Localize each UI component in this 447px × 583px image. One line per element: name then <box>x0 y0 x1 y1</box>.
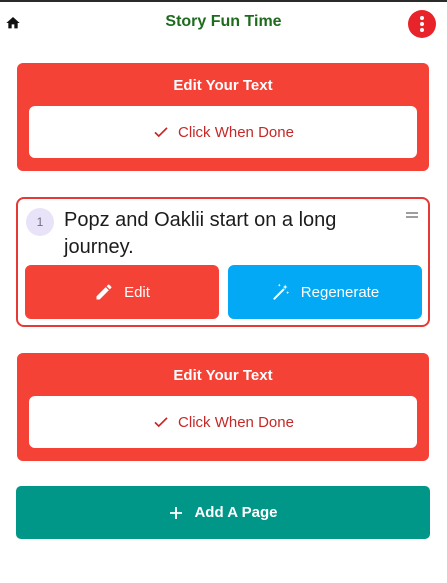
edit-panel-title: Edit Your Text <box>173 77 273 94</box>
story-page-card: 1 Popz and Oaklii start on a long journe… <box>16 197 430 327</box>
click-when-done-button[interactable]: Click When Done <box>29 106 417 158</box>
edit-button[interactable]: Edit <box>25 265 219 319</box>
page-text: Popz and Oaklii start on a long journey. <box>64 209 337 258</box>
regenerate-button-label: Regenerate <box>300 283 380 301</box>
more-vert-icon <box>420 16 424 20</box>
app-title: Story Fun Time <box>165 13 282 30</box>
edit-text-panel-2: Edit Your Text Click When Done <box>17 353 429 461</box>
page-number-badge: 1 <box>26 208 54 236</box>
add-page-button[interactable]: Add A Page <box>16 486 430 539</box>
app-bar: Story Fun Time <box>0 2 447 46</box>
edit-panel-title: Edit Your Text <box>173 367 273 384</box>
done-button-label: Click When Done <box>178 123 294 141</box>
check-icon <box>154 127 168 138</box>
plus-icon <box>170 506 183 519</box>
edit-text-panel-1: Edit Your Text Click When Done <box>17 63 429 171</box>
edit-button-label: Edit <box>124 283 150 301</box>
drag-handle-icon[interactable] <box>406 212 418 220</box>
check-icon <box>154 417 168 428</box>
magic-wand-icon <box>273 283 289 300</box>
pencil-icon <box>96 284 112 300</box>
done-button-label: Click When Done <box>178 413 294 431</box>
click-when-done-button[interactable]: Click When Done <box>29 396 417 448</box>
add-page-label: Add A Page <box>194 504 278 521</box>
regenerate-button[interactable]: Regenerate <box>228 265 422 319</box>
more-menu-button[interactable] <box>408 10 436 38</box>
